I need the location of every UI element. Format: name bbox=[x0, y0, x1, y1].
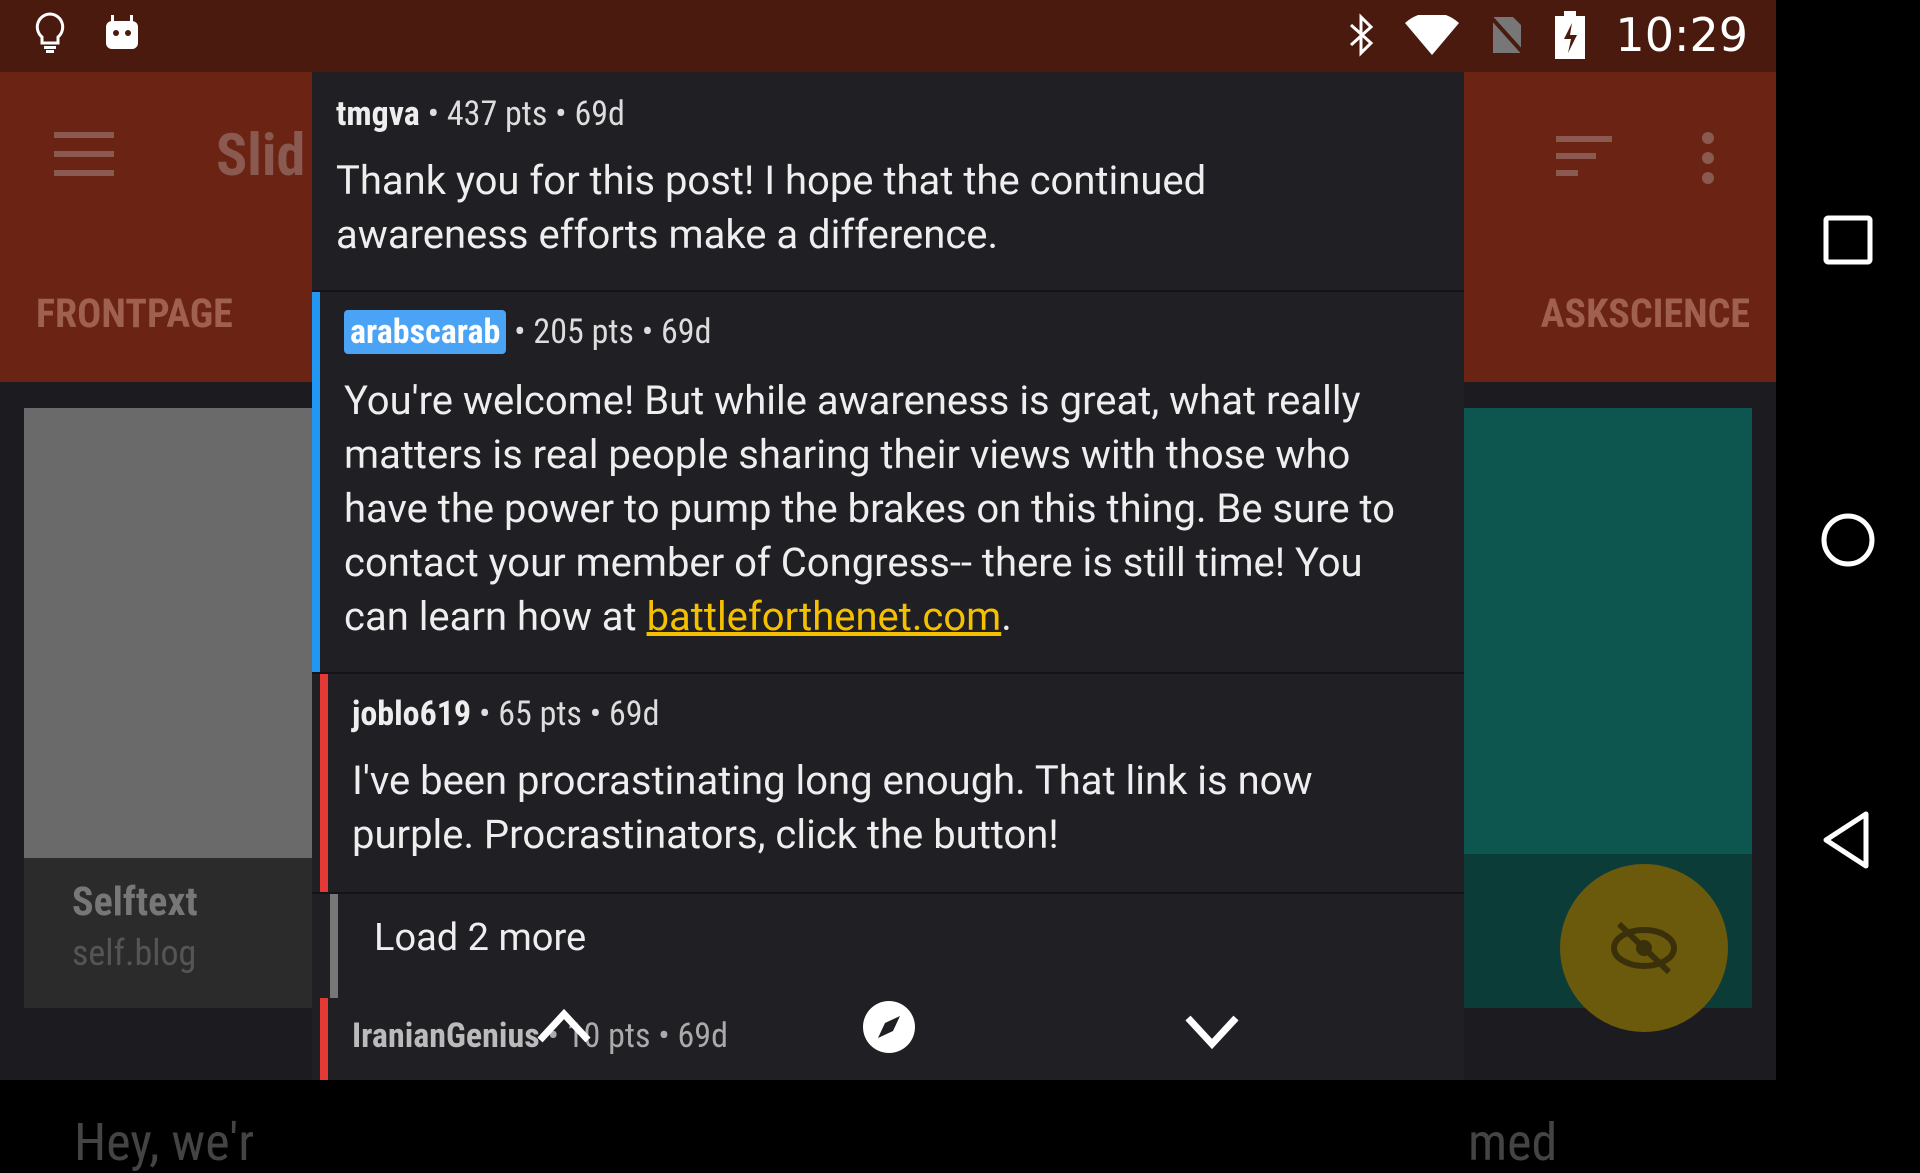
no-sim-icon bbox=[1489, 13, 1526, 57]
comment-meta: arabscarab • 205 pts • 69d bbox=[344, 310, 712, 354]
depth-indicator bbox=[320, 674, 328, 892]
comment-score-age: • 65 pts • 69d bbox=[478, 694, 660, 734]
more-options-icon[interactable] bbox=[1700, 132, 1716, 188]
comment-text-suffix: . bbox=[1001, 593, 1012, 640]
back-triangle-icon bbox=[1823, 811, 1869, 869]
comment-joblo619[interactable]: joblo619 • 65 pts • 69d I've been procra… bbox=[312, 674, 1464, 894]
comment-link[interactable]: battleforthenet.com bbox=[647, 593, 1002, 640]
comment-meta: joblo619 • 65 pts • 69d bbox=[352, 694, 659, 734]
comment-navigation bbox=[312, 1001, 1464, 1080]
recents-button[interactable] bbox=[1818, 210, 1878, 270]
tab-frontpage[interactable]: FRONTPAGE bbox=[36, 290, 233, 337]
eye-off-icon bbox=[1611, 921, 1677, 975]
comment-author[interactable]: joblo619 bbox=[352, 694, 471, 734]
post-card-selftext[interactable]: Selftext self.blog bbox=[24, 408, 324, 1008]
comment-score-age: • 205 pts • 69d bbox=[514, 312, 712, 352]
post-thumbnail-right bbox=[1460, 408, 1752, 854]
comment-arabscarab[interactable]: arabscarab • 205 pts • 69d You're welcom… bbox=[312, 292, 1464, 674]
load-more-label: Load 2 more bbox=[374, 916, 587, 960]
comment-body: Thank you for this post! I hope that the… bbox=[336, 157, 1207, 258]
comment-tmgva[interactable]: tmgva • 437 pts • 69d Thank you for this… bbox=[312, 72, 1464, 292]
circle-icon bbox=[1821, 513, 1875, 567]
battery-charging-icon bbox=[1555, 11, 1586, 59]
comment-thread-dialog: tmgva • 437 pts • 69d Thank you for this… bbox=[312, 72, 1464, 1080]
load-more-button[interactable]: Load 2 more bbox=[330, 894, 1464, 998]
android-icon bbox=[106, 15, 138, 49]
post-thumbnail bbox=[24, 408, 324, 858]
menu-icon[interactable] bbox=[54, 132, 114, 180]
clock: 10:29 bbox=[1615, 8, 1748, 62]
chevron-down-icon[interactable] bbox=[1182, 1012, 1242, 1052]
comment-author-op[interactable]: arabscarab bbox=[344, 310, 507, 354]
back-button[interactable] bbox=[1818, 810, 1878, 870]
post-domain: self.blog bbox=[72, 932, 197, 974]
post-title: Selftext bbox=[72, 878, 198, 925]
comment-meta: tmgva • 437 pts • 69d bbox=[336, 94, 625, 134]
app-title: Slid bbox=[216, 122, 306, 190]
sort-icon[interactable] bbox=[1556, 136, 1612, 180]
status-bar: 10:29 bbox=[0, 0, 1776, 72]
post-title-partial-right: med bbox=[1468, 1112, 1558, 1173]
home-button[interactable] bbox=[1818, 510, 1878, 570]
depth-indicator bbox=[312, 292, 320, 672]
lightbulb-icon bbox=[35, 12, 65, 53]
post-caption: Selftext self.blog bbox=[24, 858, 324, 1008]
wifi-icon bbox=[1405, 15, 1460, 55]
comment-body: You're welcome! But while awareness is g… bbox=[344, 374, 1434, 644]
bluetooth-icon bbox=[1350, 13, 1374, 57]
square-icon bbox=[1823, 215, 1873, 265]
depth-indicator bbox=[330, 894, 338, 998]
tab-askscience[interactable]: ASKSCIENCE bbox=[1541, 290, 1750, 337]
hide-read-fab[interactable] bbox=[1560, 864, 1728, 1032]
chevron-up-icon[interactable] bbox=[534, 1006, 594, 1046]
comment-author[interactable]: tmgva bbox=[336, 94, 420, 134]
post-title-partial-left: Hey, we'r bbox=[74, 1112, 255, 1173]
comment-body: I've been procrastinating long enough. T… bbox=[352, 757, 1313, 858]
comment-score-age: • 437 pts • 69d bbox=[427, 94, 625, 134]
system-nav-bar bbox=[1776, 0, 1920, 1080]
compass-icon[interactable] bbox=[862, 1000, 916, 1054]
